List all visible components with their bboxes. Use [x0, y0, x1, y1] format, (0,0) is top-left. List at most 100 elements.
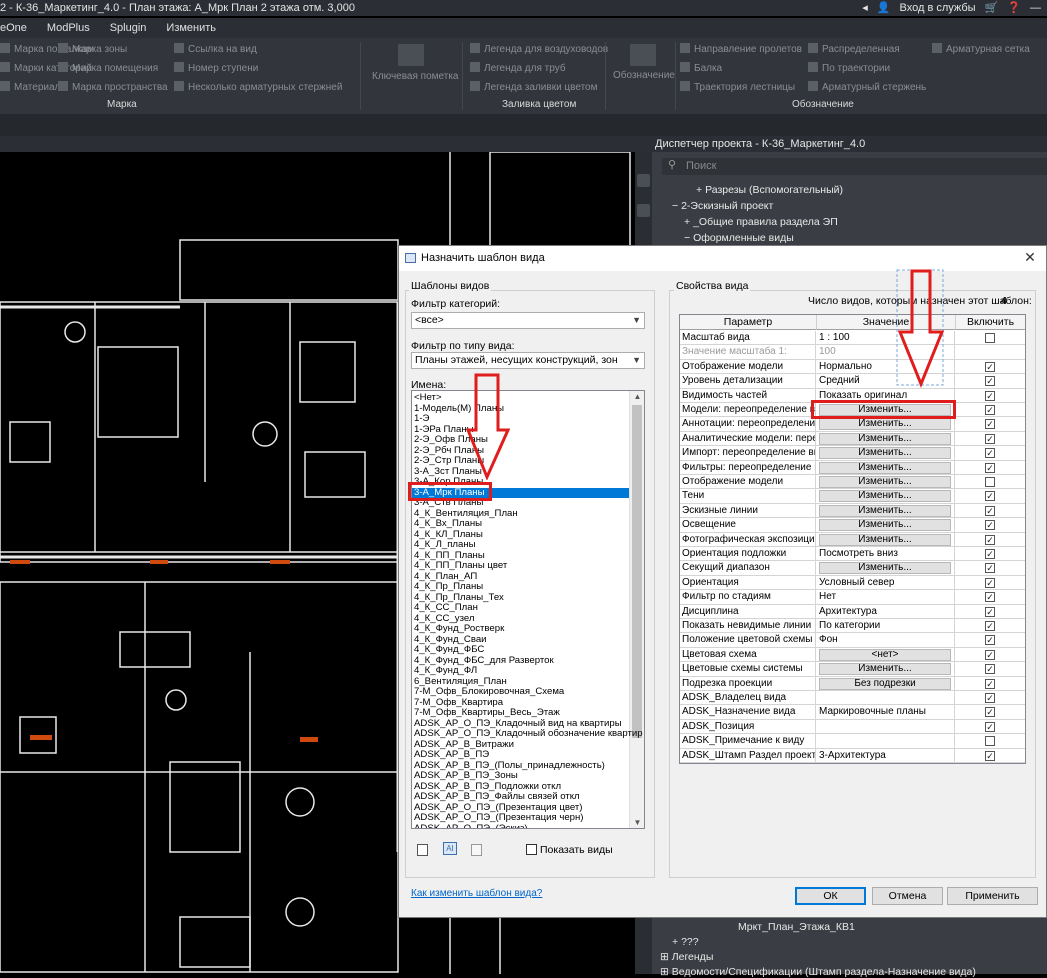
parameter-value[interactable]: Нормально	[819, 361, 872, 372]
include-checkbox[interactable]: ✓	[985, 606, 995, 617]
ribbon-button[interactable]: Обозначение	[613, 70, 675, 81]
edit-button[interactable]: Изменить...	[819, 490, 951, 503]
include-checkbox[interactable]: ✓	[985, 707, 995, 718]
ribbon-button[interactable]: Ссылка на вид	[174, 43, 257, 55]
menu-item[interactable]: Splugin	[110, 18, 147, 38]
include-checkbox[interactable]: ✓	[985, 433, 995, 444]
parameter-value[interactable]: Фон	[819, 634, 838, 645]
tree-item[interactable]: ⊞ Легенды	[660, 951, 713, 963]
include-checkbox[interactable]: ✓	[985, 635, 995, 646]
arrow-left-icon[interactable]: ◂	[862, 0, 868, 16]
include-checkbox[interactable]	[985, 736, 995, 747]
ribbon-button[interactable]: Направление пролетов	[680, 43, 802, 55]
symbol-icon[interactable]	[630, 44, 656, 66]
include-checkbox[interactable]: ✓	[985, 534, 995, 545]
cancel-button[interactable]: Отмена	[872, 887, 943, 905]
list-item[interactable]: ADSK_АР_В_ПЭ_Файлы связей откл	[414, 791, 580, 803]
tree-item[interactable]: + _Общие правила раздела ЭП	[684, 216, 838, 228]
list-item[interactable]: 1-Э	[414, 413, 429, 425]
list-item[interactable]: ADSK_АР_О_ПЭ_Кладочный обозначение кварт…	[414, 728, 643, 740]
list-item[interactable]: 7-М_Офв_Квартиры_Весь_Этаж	[414, 707, 560, 719]
ribbon-button[interactable]: Балка	[680, 62, 722, 74]
edit-button[interactable]: Изменить...	[819, 476, 951, 488]
include-checkbox[interactable]: ✓	[985, 390, 995, 401]
list-item[interactable]: 4_К_Пр_Планы	[414, 581, 483, 593]
include-checkbox[interactable]: ✓	[985, 549, 995, 559]
edit-button[interactable]: Изменить...	[819, 519, 951, 532]
ribbon-button[interactable]: Марка пространства	[58, 81, 168, 93]
include-checkbox[interactable]: ✓	[985, 505, 995, 516]
include-checkbox[interactable]: ✓	[985, 361, 995, 372]
list-item[interactable]: ADSK_АР_О_ПЭ_(Презентация черн)	[414, 812, 584, 824]
list-scrollbar[interactable]: ▲ ▼	[629, 391, 644, 828]
minimize-icon[interactable]: —	[1030, 0, 1041, 16]
help-link[interactable]: Как изменить шаблон вида?	[411, 888, 542, 899]
include-checkbox[interactable]: ✓	[985, 520, 995, 531]
list-item[interactable]: 4_К_Фунд_ФБС	[414, 644, 484, 656]
include-checkbox[interactable]: ✓	[985, 693, 995, 703]
include-checkbox[interactable]: ✓	[985, 376, 995, 387]
ribbon-button[interactable]: Несколько арматурных стержней	[174, 81, 342, 93]
include-checkbox[interactable]: ✓	[985, 405, 995, 415]
parameter-value[interactable]: Условный север	[819, 577, 894, 588]
include-checkbox[interactable]: ✓	[985, 649, 995, 660]
ribbon-button[interactable]: Арматурная сетка	[932, 43, 1030, 55]
include-checkbox[interactable]: ✓	[985, 664, 995, 675]
duplicate-icon[interactable]	[417, 844, 428, 856]
edit-button[interactable]: Изменить...	[819, 461, 951, 474]
ribbon-button[interactable]: Распределенная	[808, 43, 900, 55]
ribbon-button[interactable]: По траектории	[808, 62, 890, 74]
edit-button[interactable]: Изменить...	[819, 418, 951, 431]
parameter-value[interactable]: Нет	[819, 591, 836, 602]
filter-type-select[interactable]: Планы этажей, несущих конструкций, зон ▼	[411, 352, 645, 369]
list-item[interactable]: 4_К_ПП_Планы цвет	[414, 560, 507, 572]
list-item[interactable]: 7-М_Офв_Блокировочная_Схема	[414, 686, 564, 698]
include-checkbox[interactable]	[985, 333, 995, 343]
keynote-icon[interactable]	[398, 44, 424, 66]
list-item[interactable]: 4_К_Фунд_Ростверк	[414, 623, 504, 635]
tree-item[interactable]: − Оформленные виды	[684, 232, 794, 244]
list-item[interactable]: ADSK_АР_О_ПЭ_(Эскиз)	[414, 823, 528, 828]
list-item[interactable]: 4_К_Л_планы	[414, 539, 476, 551]
edit-button[interactable]: Изменить...	[819, 663, 951, 676]
filter-category-select[interactable]: <все> ▼	[411, 312, 645, 329]
ribbon-button[interactable]: Марка помещения	[58, 62, 158, 74]
menu-item[interactable]: eOne	[0, 18, 27, 38]
ribbon-button[interactable]: Ключевая пометка	[372, 71, 458, 82]
ribbon-button[interactable]: Траектория лестницы	[680, 81, 795, 93]
ribbon-button[interactable]: Номер ступени	[174, 62, 258, 74]
parameter-value[interactable]: 100	[819, 346, 836, 357]
rename-icon[interactable]: AI	[443, 842, 457, 855]
tree-item[interactable]: − 2-Эскизный проект	[672, 200, 773, 212]
ok-button[interactable]: ОК	[795, 887, 866, 905]
scroll-thumb[interactable]	[632, 405, 642, 738]
edit-button[interactable]: Без подрезки	[819, 677, 951, 690]
show-views-checkbox[interactable]	[526, 844, 537, 855]
template-names-list[interactable]: ▲ ▼ <Нет> 1-Модель(М) Планы 1-Э 1-ЭРа Планы…	[411, 390, 645, 829]
menu-item[interactable]: Изменить	[166, 18, 216, 38]
close-icon[interactable]: ✕	[1022, 249, 1038, 265]
project-browser-search[interactable]: Поиск	[662, 158, 1047, 175]
menu-item[interactable]: ModPlus	[47, 18, 90, 38]
include-checkbox[interactable]: ✓	[985, 419, 995, 430]
list-item[interactable]: 4_К_СС_План	[414, 602, 478, 614]
parameter-value[interactable]: Посмотреть вниз	[819, 548, 898, 559]
parameter-value[interactable]: По категории	[819, 620, 880, 631]
parameter-value[interactable]: Архитектура	[819, 606, 877, 617]
list-item[interactable]: ADSK_АР_В_ПЭ	[414, 749, 489, 761]
delete-icon[interactable]	[471, 844, 482, 856]
ribbon-button[interactable]: Материала	[0, 81, 66, 93]
edit-button[interactable]: Изменить...	[819, 447, 951, 460]
list-item[interactable]: <Нет>	[414, 392, 442, 404]
edit-button[interactable]: Изменить...	[819, 562, 951, 575]
edit-button[interactable]: <нет>	[819, 648, 951, 661]
include-checkbox[interactable]: ✓	[985, 491, 995, 502]
include-checkbox[interactable]: ✓	[985, 678, 995, 689]
include-checkbox[interactable]: ✓	[985, 750, 995, 761]
parameter-value[interactable]: Показать оригинал	[819, 390, 907, 401]
include-checkbox[interactable]: ✓	[985, 448, 995, 459]
include-checkbox[interactable]: ✓	[985, 621, 995, 631]
tree-item[interactable]: ⊞ Ведомости/Спецификации (Штамп раздела-…	[660, 966, 976, 978]
apply-button[interactable]: Применить	[947, 887, 1038, 905]
nav-wheel-icon[interactable]	[637, 174, 650, 187]
